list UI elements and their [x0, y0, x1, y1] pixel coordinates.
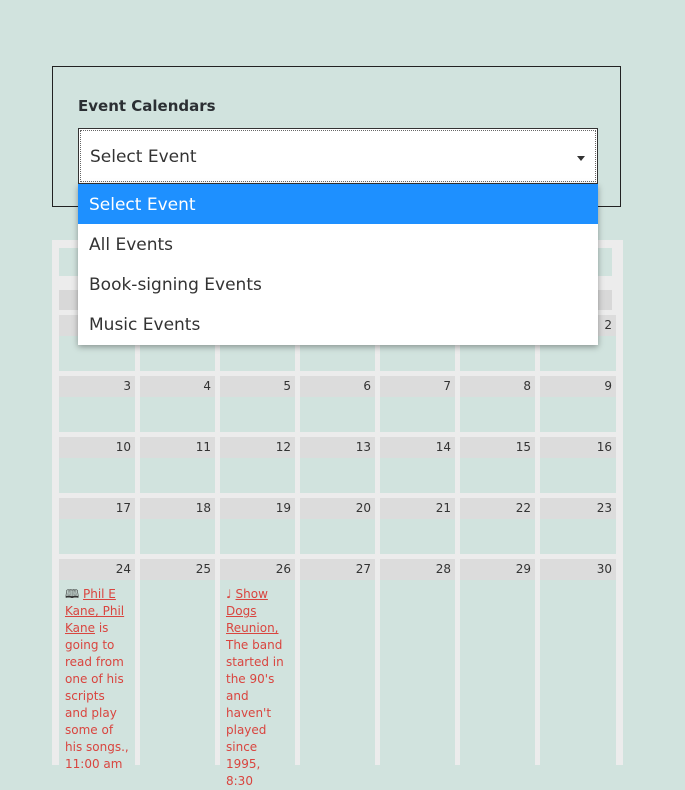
day-number: 21 — [380, 498, 455, 519]
day-number: 8 — [460, 376, 535, 397]
calendar-day[interactable]: 16 — [540, 437, 616, 493]
calendar-day[interactable]: 30 — [540, 559, 616, 765]
event-description: The band started in the 90's and haven't… — [226, 638, 284, 788]
calendar-day[interactable]: 3 — [59, 376, 135, 432]
day-number: 28 — [380, 559, 455, 580]
calendar-day[interactable]: 28 — [380, 559, 455, 765]
calendar-day[interactable]: 27 — [300, 559, 375, 765]
event-select[interactable]: Select Event — [78, 128, 598, 184]
select-value: Select Event — [90, 147, 197, 167]
day-number: 12 — [220, 437, 295, 458]
day-number: 7 — [380, 376, 455, 397]
calendar-day[interactable]: 5 — [220, 376, 295, 432]
day-number: 30 — [540, 559, 616, 580]
day-number: 17 — [59, 498, 135, 519]
day-number: 26 — [220, 559, 295, 580]
calendar-day[interactable]: 29 — [460, 559, 535, 765]
option-all-events[interactable]: All Events — [78, 224, 598, 264]
day-number: 27 — [300, 559, 375, 580]
calendar-day[interactable]: 26 ♩ Show Dogs Reunion, The band started… — [220, 559, 295, 788]
day-number: 20 — [300, 498, 375, 519]
day-number: 24 — [59, 559, 135, 580]
day-number: 6 — [300, 376, 375, 397]
event-link[interactable]: Show Dogs Reunion, — [226, 587, 279, 635]
day-number: 10 — [59, 437, 135, 458]
day-number: 4 — [140, 376, 215, 397]
calendar-day[interactable]: 8 — [460, 376, 535, 432]
day-events: 🕮 Phil E Kane, Phil Kane is going to rea… — [59, 580, 135, 773]
calendar-day[interactable]: 17 — [59, 498, 135, 554]
day-number: 25 — [140, 559, 215, 580]
event-description: is going to read from one of his scripts… — [65, 621, 129, 771]
book-icon: 🕮 — [65, 587, 80, 601]
day-number: 18 — [140, 498, 215, 519]
calendar-day[interactable]: 19 — [220, 498, 295, 554]
calendar-day[interactable]: 11 — [140, 437, 215, 493]
calendar-day[interactable]: 7 — [380, 376, 455, 432]
panel-title: Event Calendars — [78, 97, 216, 115]
day-number: 15 — [460, 437, 535, 458]
calendar-day[interactable]: 13 — [300, 437, 375, 493]
day-number: 14 — [380, 437, 455, 458]
calendar-day[interactable]: 24 🕮 Phil E Kane, Phil Kane is going to … — [59, 559, 135, 771]
option-music-events[interactable]: Music Events — [78, 304, 598, 344]
day-number: 5 — [220, 376, 295, 397]
calendar-day[interactable]: 15 — [460, 437, 535, 493]
day-number: 3 — [59, 376, 135, 397]
music-note-icon: ♩ — [226, 587, 232, 601]
event-entry: 🕮 Phil E Kane, Phil Kane is going to rea… — [65, 586, 131, 773]
calendar-day[interactable]: 23 — [540, 498, 616, 554]
day-number: 16 — [540, 437, 616, 458]
calendar-day[interactable]: 10 — [59, 437, 135, 493]
day-number: 9 — [540, 376, 616, 397]
day-number: 22 — [460, 498, 535, 519]
day-number: 13 — [300, 437, 375, 458]
day-number: 19 — [220, 498, 295, 519]
calendar-day[interactable]: 4 — [140, 376, 215, 432]
day-number: 29 — [460, 559, 535, 580]
calendar-day[interactable]: 25 — [140, 559, 215, 765]
calendar-day[interactable]: 6 — [300, 376, 375, 432]
day-number: 23 — [540, 498, 616, 519]
event-entry: ♩ Show Dogs Reunion, The band started in… — [226, 586, 291, 790]
calendar-day[interactable]: 22 — [460, 498, 535, 554]
calendar-day[interactable]: 20 — [300, 498, 375, 554]
calendar-day[interactable]: 9 — [540, 376, 616, 432]
calendar-day[interactable]: 14 — [380, 437, 455, 493]
event-select-dropdown: Select Event All Events Book-signing Eve… — [78, 184, 598, 345]
calendar-day[interactable]: 12 — [220, 437, 295, 493]
day-events: ♩ Show Dogs Reunion, The band started in… — [220, 580, 295, 790]
calendar-day[interactable]: 21 — [380, 498, 455, 554]
option-book-signing-events[interactable]: Book-signing Events — [78, 264, 598, 304]
calendar-day[interactable]: 18 — [140, 498, 215, 554]
day-number: 11 — [140, 437, 215, 458]
chevron-down-icon[interactable] — [577, 156, 585, 161]
option-select-event[interactable]: Select Event — [78, 184, 598, 224]
